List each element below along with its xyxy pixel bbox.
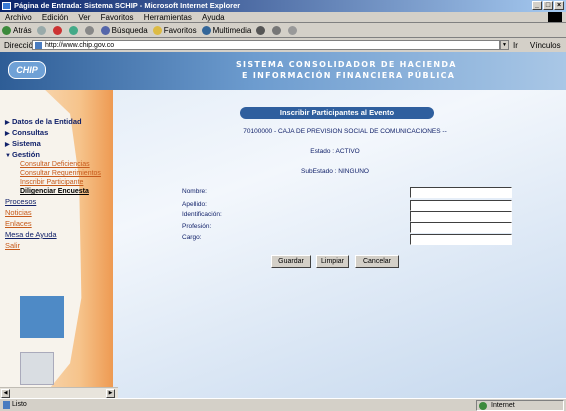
nav-sistema[interactable]: ▶ Sistema bbox=[5, 138, 101, 149]
history-icon bbox=[256, 26, 266, 35]
identificacion-label: Identificación: bbox=[182, 211, 222, 218]
profesion-label: Profesión: bbox=[182, 223, 212, 230]
cargo-label: Cargo: bbox=[182, 234, 202, 241]
back-arrow-icon bbox=[2, 26, 11, 35]
nombre-label: Nombre: bbox=[182, 188, 207, 195]
favorites-button[interactable]: Favoritos bbox=[152, 26, 197, 35]
scroll-right-button[interactable]: ▶ bbox=[106, 389, 115, 398]
profesion-input[interactable] bbox=[410, 222, 512, 233]
history-button[interactable] bbox=[256, 26, 267, 35]
menu-herramientas[interactable]: Herramientas bbox=[144, 13, 192, 22]
ie-icon bbox=[2, 2, 11, 10]
star-icon bbox=[152, 26, 162, 35]
nav-datos-entidad[interactable]: ▶ Datos de la Entidad bbox=[5, 116, 101, 127]
stop-button[interactable] bbox=[52, 26, 64, 35]
nav-gestion[interactable]: ▼Gestión bbox=[5, 149, 101, 160]
windows-logo-icon bbox=[548, 12, 562, 22]
decorative-grey-square bbox=[20, 352, 54, 385]
back-button[interactable]: Atrás bbox=[2, 26, 32, 35]
home-button[interactable] bbox=[84, 26, 96, 35]
nav-mesa-ayuda[interactable]: Mesa de Ayuda bbox=[5, 229, 101, 240]
site-title: SISTEMA CONSOLIDADOR DE HACIENDA E INFOR… bbox=[236, 60, 457, 80]
status-bar: Listo Internet bbox=[0, 398, 566, 411]
nav-consultas[interactable]: ▶ Consultas bbox=[5, 127, 101, 138]
horizontal-scrollbar[interactable]: ◀ ▶ bbox=[0, 387, 118, 398]
scroll-left-button[interactable]: ◀ bbox=[1, 389, 10, 398]
menu-favoritos[interactable]: Favoritos bbox=[101, 13, 134, 22]
page-content: CHIP SISTEMA CONSOLIDADOR DE HACIENDA E … bbox=[0, 52, 566, 398]
print-button[interactable] bbox=[288, 26, 299, 35]
entity-name: 70100000 - CAJA DE PREVISION SOCIAL DE C… bbox=[243, 128, 447, 135]
site-header: CHIP SISTEMA CONSOLIDADOR DE HACIENDA E … bbox=[0, 52, 566, 90]
subestado-text: SubEstado : NINGUNO bbox=[301, 168, 369, 175]
estado-text: Estado : ACTIVO bbox=[310, 148, 360, 155]
links-button[interactable]: Vínculos bbox=[530, 41, 561, 50]
decorative-blue-square bbox=[20, 296, 64, 338]
address-bar: Dirección http://www.chip.gov.co ▼ Ir Ví… bbox=[0, 39, 566, 51]
nav-noticias[interactable]: Noticias bbox=[5, 207, 101, 218]
window-titlebar: Página de Entrada: Sistema SCHIP - Micro… bbox=[0, 0, 566, 12]
address-dropdown[interactable]: ▼ bbox=[500, 40, 509, 50]
address-label: Dirección bbox=[4, 40, 38, 50]
status-text: Listo bbox=[12, 401, 27, 408]
globe-icon bbox=[479, 402, 487, 410]
identificacion-input[interactable] bbox=[410, 211, 512, 222]
menu-archivo[interactable]: Archivo bbox=[5, 13, 32, 22]
apellido-input[interactable] bbox=[410, 200, 512, 211]
maximize-button[interactable]: □ bbox=[543, 1, 553, 10]
search-button[interactable]: Búsqueda bbox=[100, 26, 148, 35]
nav-inscribir-participante[interactable]: Inscribir Participante bbox=[5, 178, 101, 187]
menu-ver[interactable]: Ver bbox=[78, 13, 90, 22]
refresh-icon bbox=[68, 26, 78, 35]
apellido-label: Apellido: bbox=[182, 201, 207, 208]
guardar-button[interactable]: Guardar bbox=[271, 255, 311, 268]
address-input[interactable]: http://www.chip.gov.co bbox=[32, 40, 500, 50]
page-icon bbox=[35, 42, 42, 49]
side-nav: ▶ Datos de la Entidad ▶ Consultas ▶ Sistema… bbox=[5, 116, 101, 251]
forward-button[interactable] bbox=[36, 26, 48, 35]
close-button[interactable]: × bbox=[554, 1, 564, 10]
multimedia-button[interactable]: Multimedia bbox=[201, 26, 251, 35]
nav-procesos[interactable]: Procesos bbox=[5, 196, 101, 207]
stop-icon bbox=[52, 26, 62, 35]
nombre-input[interactable] bbox=[410, 187, 512, 198]
nav-enlaces[interactable]: Enlaces bbox=[5, 218, 101, 229]
nav-consultar-deficiencias[interactable]: Consultar Deficiencias bbox=[5, 160, 101, 169]
cancelar-button[interactable]: Cancelar bbox=[355, 255, 399, 268]
form-heading: Inscribir Participantes al Evento bbox=[240, 107, 434, 119]
cargo-input[interactable] bbox=[410, 234, 512, 245]
menu-ayuda[interactable]: Ayuda bbox=[202, 13, 225, 22]
security-zone: Internet bbox=[476, 400, 564, 411]
forward-arrow-icon bbox=[36, 26, 46, 35]
print-icon bbox=[288, 26, 298, 35]
minimize-button[interactable]: _ bbox=[532, 1, 542, 10]
search-icon bbox=[100, 26, 110, 35]
mail-icon bbox=[272, 26, 282, 35]
go-button[interactable]: Ir bbox=[513, 41, 518, 50]
menu-bar: Archivo Edición Ver Favoritos Herramient… bbox=[0, 12, 566, 23]
mail-button[interactable] bbox=[272, 26, 283, 35]
refresh-button[interactable] bbox=[68, 26, 80, 35]
toolbar: Atrás Búsqueda Favoritos Multimedia bbox=[0, 24, 566, 38]
collapse-triangle-icon: ▼ bbox=[5, 153, 11, 159]
limpiar-button[interactable]: Limpiar bbox=[316, 255, 349, 268]
nav-diligenciar-encuesta[interactable]: Diligenciar Encuesta bbox=[5, 187, 101, 196]
home-icon bbox=[84, 26, 94, 35]
window-title: Página de Entrada: Sistema SCHIP - Micro… bbox=[14, 1, 241, 10]
page-icon bbox=[3, 401, 10, 409]
menu-edicion[interactable]: Edición bbox=[42, 13, 68, 22]
nav-salir[interactable]: Salir bbox=[5, 240, 101, 251]
nav-consultar-requerimientos[interactable]: Consultar Requerimientos bbox=[5, 169, 101, 178]
chip-logo: CHIP bbox=[8, 61, 46, 79]
media-icon bbox=[201, 26, 211, 35]
